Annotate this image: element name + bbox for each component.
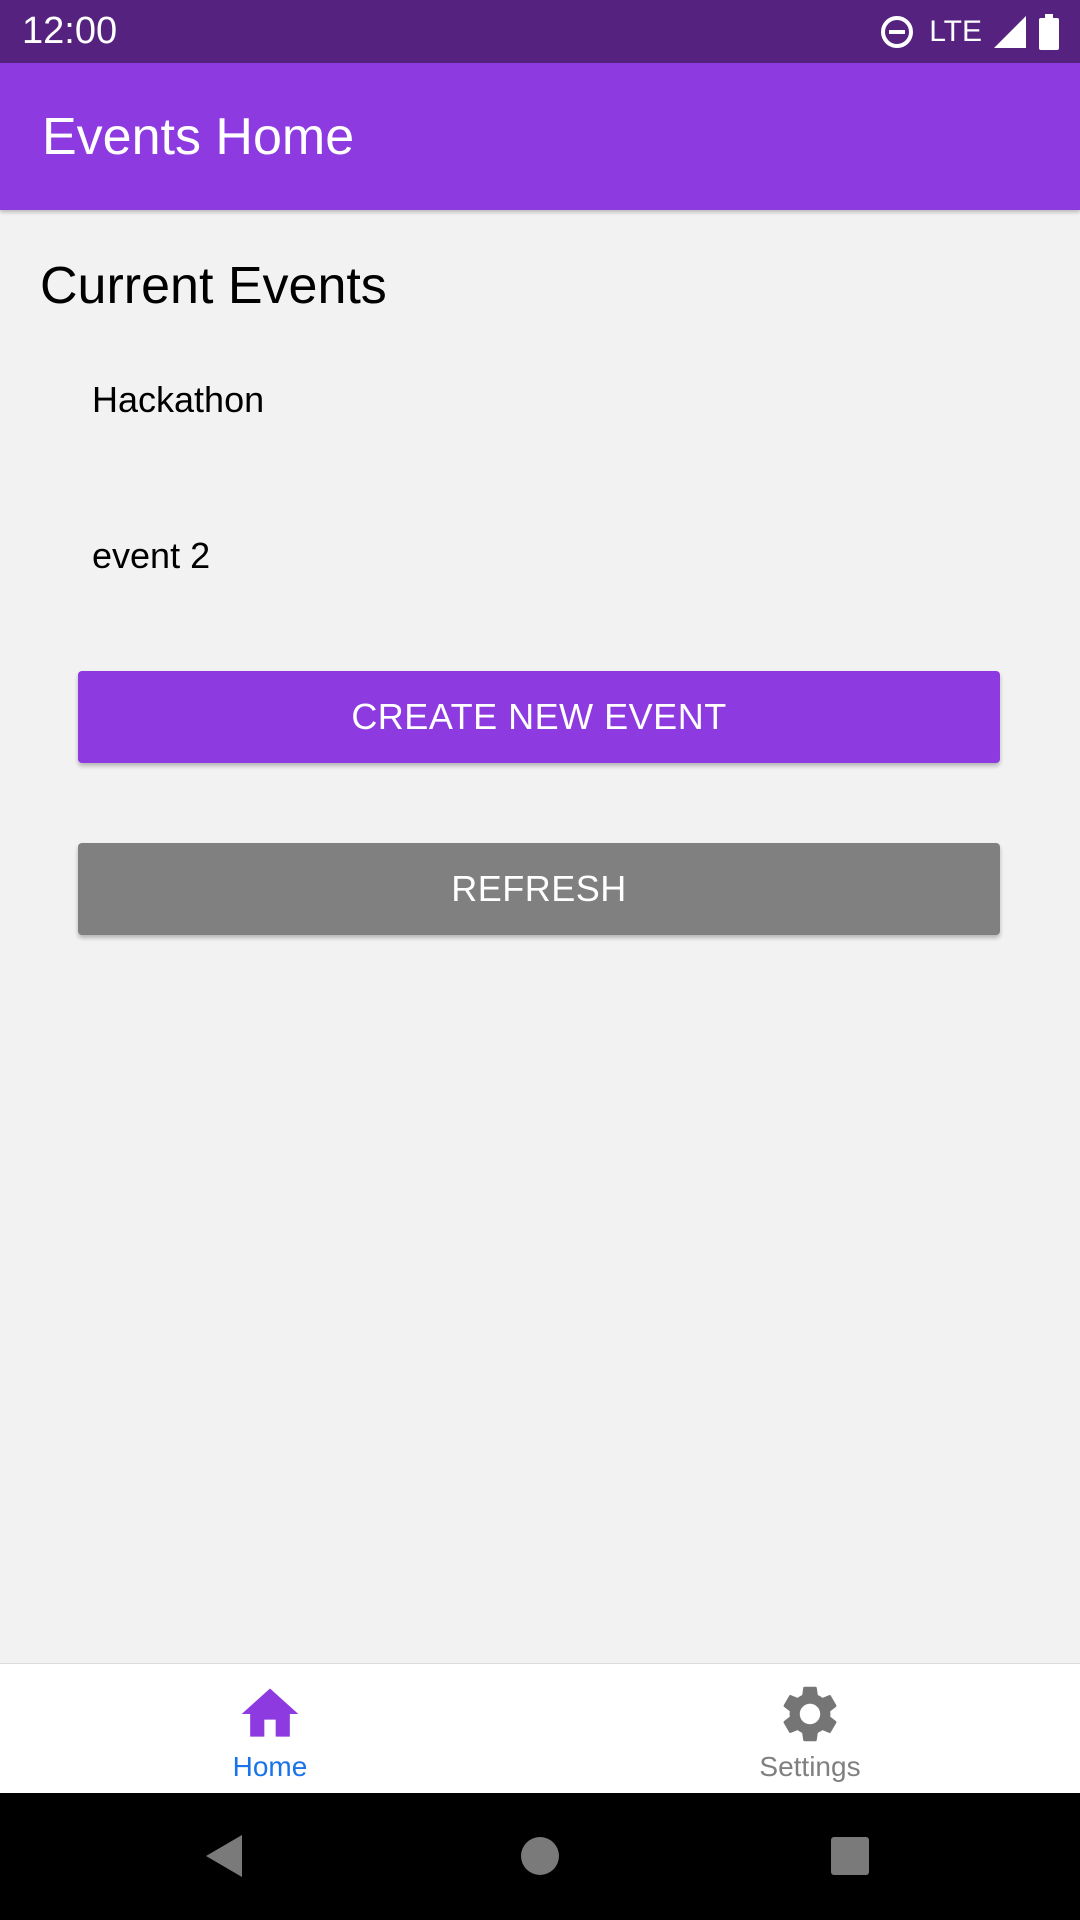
refresh-button[interactable]: REFRESH	[78, 843, 1000, 935]
signal-icon	[994, 16, 1026, 48]
status-bar: 12:00 LTE	[0, 0, 1080, 63]
status-time: 12:00	[22, 10, 118, 52]
page-title: Events Home	[42, 108, 355, 166]
battery-icon	[1039, 14, 1059, 50]
bottom-navigation: Home Settings	[0, 1663, 1080, 1794]
nav-label-home: Home	[232, 1751, 308, 1782]
back-icon[interactable]	[190, 1821, 260, 1891]
do-not-disturb-icon	[881, 16, 914, 48]
event-list-item[interactable]: Hackathon	[92, 378, 264, 422]
gear-icon	[783, 1686, 837, 1742]
system-navigation-bar	[0, 1793, 1080, 1920]
nav-item-settings[interactable]: Settings	[540, 1664, 1080, 1794]
recents-icon[interactable]	[815, 1821, 885, 1891]
section-title: Current Events	[40, 257, 387, 315]
home-circle-icon[interactable]	[505, 1821, 575, 1891]
nav-label-settings: Settings	[759, 1751, 861, 1782]
status-icons: LTE	[879, 12, 1060, 52]
home-icon	[241, 1688, 299, 1737]
app-bar: Events Home	[0, 63, 1080, 210]
event-list-item[interactable]: event 2	[92, 534, 210, 578]
create-new-event-button[interactable]: CREATE NEW EVENT	[78, 671, 1000, 763]
network-type: LTE	[929, 15, 982, 48]
nav-item-home[interactable]: Home	[0, 1664, 540, 1794]
